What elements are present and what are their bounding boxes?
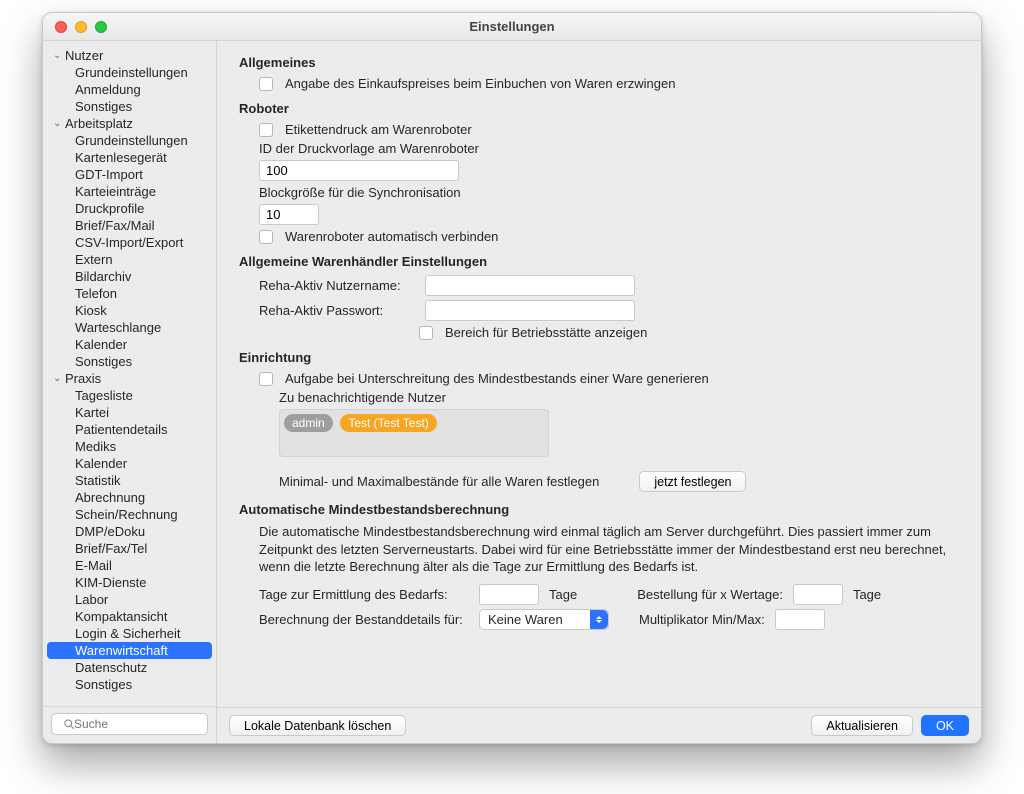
user-token[interactable]: admin (284, 414, 333, 432)
sidebar-item[interactable]: Grundeinstellungen (47, 132, 212, 149)
label: Reha-Aktiv Nutzername: (259, 278, 419, 293)
chevron-down-icon: ⌄ (53, 118, 63, 129)
sidebar-item[interactable]: Karteieinträge (47, 183, 212, 200)
auto-description: Die automatische Mindestbestandsberechnu… (259, 523, 959, 576)
label: Tage zur Ermittlung des Bedarfs: (259, 587, 469, 602)
label: Etikettendruck am Warenroboter (285, 122, 472, 137)
label: Berechnung der Bestanddetails für: (259, 612, 469, 627)
label: Angabe des Einkaufspreises beim Einbuche… (285, 76, 675, 91)
input-template-id[interactable] (259, 160, 459, 181)
chk-show-site-area[interactable] (419, 326, 433, 340)
sidebar-item[interactable]: Brief/Fax/Tel (47, 540, 212, 557)
sidebar-item[interactable]: Grundeinstellungen (47, 64, 212, 81)
sidebar-item[interactable]: Mediks (47, 438, 212, 455)
user-token[interactable]: Test (Test Test) (340, 414, 436, 432)
sidebar-item[interactable]: DMP/eDoku (47, 523, 212, 540)
input-multiplier[interactable] (775, 609, 825, 630)
unit: Tage (853, 587, 881, 602)
label: Aufgabe bei Unterschreitung des Mindestb… (285, 371, 709, 386)
sidebar-item[interactable]: Anmeldung (47, 81, 212, 98)
sidebar-item[interactable]: Schein/Rechnung (47, 506, 212, 523)
sidebar-item[interactable]: Kompaktansicht (47, 608, 212, 625)
sidebar-item[interactable]: Druckprofile (47, 200, 212, 217)
sidebar-item[interactable]: KIM-Dienste (47, 574, 212, 591)
sidebar-item[interactable]: Tagesliste (47, 387, 212, 404)
btn-delete-local-db[interactable]: Lokale Datenbank löschen (229, 715, 406, 736)
section-title-haendler: Allgemeine Warenhändler Einstellungen (239, 254, 959, 269)
label: Multiplikator Min/Max: (639, 612, 765, 627)
sidebar-group-praxis[interactable]: ⌄ Praxis (43, 370, 216, 387)
section-title-allgemeines: Allgemeines (239, 55, 959, 70)
chevron-updown-icon (590, 610, 608, 629)
sidebar-item[interactable]: Sonstiges (47, 676, 212, 693)
sidebar-item[interactable]: Abrechnung (47, 489, 212, 506)
sidebar-item[interactable]: Brief/Fax/Mail (47, 217, 212, 234)
sidebar-item[interactable]: Kartei (47, 404, 212, 421)
sidebar-item[interactable]: Statistik (47, 472, 212, 489)
sidebar-tree: ⌄ Nutzer Grundeinstellungen Anmeldung So… (43, 41, 216, 706)
section-title-einrichtung: Einrichtung (239, 350, 959, 365)
label: Bereich für Betriebsstätte anzeigen (445, 325, 647, 340)
sidebar-item-warenwirtschaft[interactable]: Warenwirtschaft (47, 642, 212, 659)
titlebar: Einstellungen (43, 13, 981, 41)
sidebar-group-nutzer[interactable]: ⌄ Nutzer (43, 47, 216, 64)
search-input[interactable] (51, 713, 208, 735)
input-reha-pass[interactable] (425, 300, 635, 321)
notify-users-field[interactable]: admin Test (Test Test) (279, 409, 549, 457)
label: Minimal- und Maximalbestände für alle Wa… (279, 474, 599, 489)
sidebar-item[interactable]: Bildarchiv (47, 268, 212, 285)
chk-label-print-robot[interactable] (259, 123, 273, 137)
sidebar-item[interactable]: Warteschlange (47, 319, 212, 336)
sidebar-item[interactable]: Sonstiges (47, 98, 212, 115)
label: Blockgröße für die Synchronisation (259, 185, 461, 200)
chevron-down-icon: ⌄ (53, 50, 63, 61)
sidebar-item[interactable]: Kartenlesegerät (47, 149, 212, 166)
section-title-roboter: Roboter (239, 101, 959, 116)
sidebar-group-label: Nutzer (65, 48, 103, 63)
label: Reha-Aktiv Passwort: (259, 303, 419, 318)
chevron-down-icon: ⌄ (53, 373, 63, 384)
label: ID der Druckvorlage am Warenroboter (259, 141, 479, 156)
label: Zu benachrichtigende Nutzer (279, 390, 446, 405)
label: Warenroboter automatisch verbinden (285, 229, 498, 244)
sidebar-item[interactable]: E-Mail (47, 557, 212, 574)
sidebar-item[interactable]: Kalender (47, 455, 212, 472)
sidebar-item[interactable]: Kiosk (47, 302, 212, 319)
sidebar-item[interactable]: Telefon (47, 285, 212, 302)
input-reha-user[interactable] (425, 275, 635, 296)
sidebar-item[interactable]: Datenschutz (47, 659, 212, 676)
sidebar-item[interactable]: Kalender (47, 336, 212, 353)
input-days-demand[interactable] (479, 584, 539, 605)
chk-require-purchase-price[interactable] (259, 77, 273, 91)
sidebar-group-arbeitsplatz[interactable]: ⌄ Arbeitsplatz (43, 115, 216, 132)
unit: Tage (549, 587, 577, 602)
settings-window: Einstellungen ⌄ Nutzer Grundeinstellunge… (42, 12, 982, 744)
select-calc-for[interactable]: Keine Waren (479, 609, 609, 630)
sidebar-item[interactable]: GDT-Import (47, 166, 212, 183)
input-block-size[interactable] (259, 204, 319, 225)
btn-ok[interactable]: OK (921, 715, 969, 736)
select-value: Keine Waren (488, 612, 563, 627)
sidebar-item[interactable]: Login & Sicherheit (47, 625, 212, 642)
sidebar-item[interactable]: CSV-Import/Export (47, 234, 212, 251)
btn-set-now[interactable]: jetzt festlegen (639, 471, 746, 492)
chk-auto-connect-robot[interactable] (259, 230, 273, 244)
sidebar: ⌄ Nutzer Grundeinstellungen Anmeldung So… (43, 41, 217, 743)
sidebar-group-label: Arbeitsplatz (65, 116, 133, 131)
chk-gen-minstock-task[interactable] (259, 372, 273, 386)
content-pane: Allgemeines Angabe des Einkaufspreises b… (217, 41, 981, 743)
section-title-auto: Automatische Mindestbestandsberechnung (239, 502, 959, 517)
sidebar-item[interactable]: Patientendetails (47, 421, 212, 438)
sidebar-item[interactable]: Sonstiges (47, 353, 212, 370)
sidebar-item[interactable]: Labor (47, 591, 212, 608)
sidebar-item[interactable]: Extern (47, 251, 212, 268)
footer: Lokale Datenbank löschen Aktualisieren O… (217, 707, 981, 743)
input-order-days[interactable] (793, 584, 843, 605)
window-title: Einstellungen (43, 19, 981, 34)
btn-refresh[interactable]: Aktualisieren (811, 715, 913, 736)
sidebar-group-label: Praxis (65, 371, 101, 386)
label: Bestellung für x Wertage: (637, 587, 783, 602)
